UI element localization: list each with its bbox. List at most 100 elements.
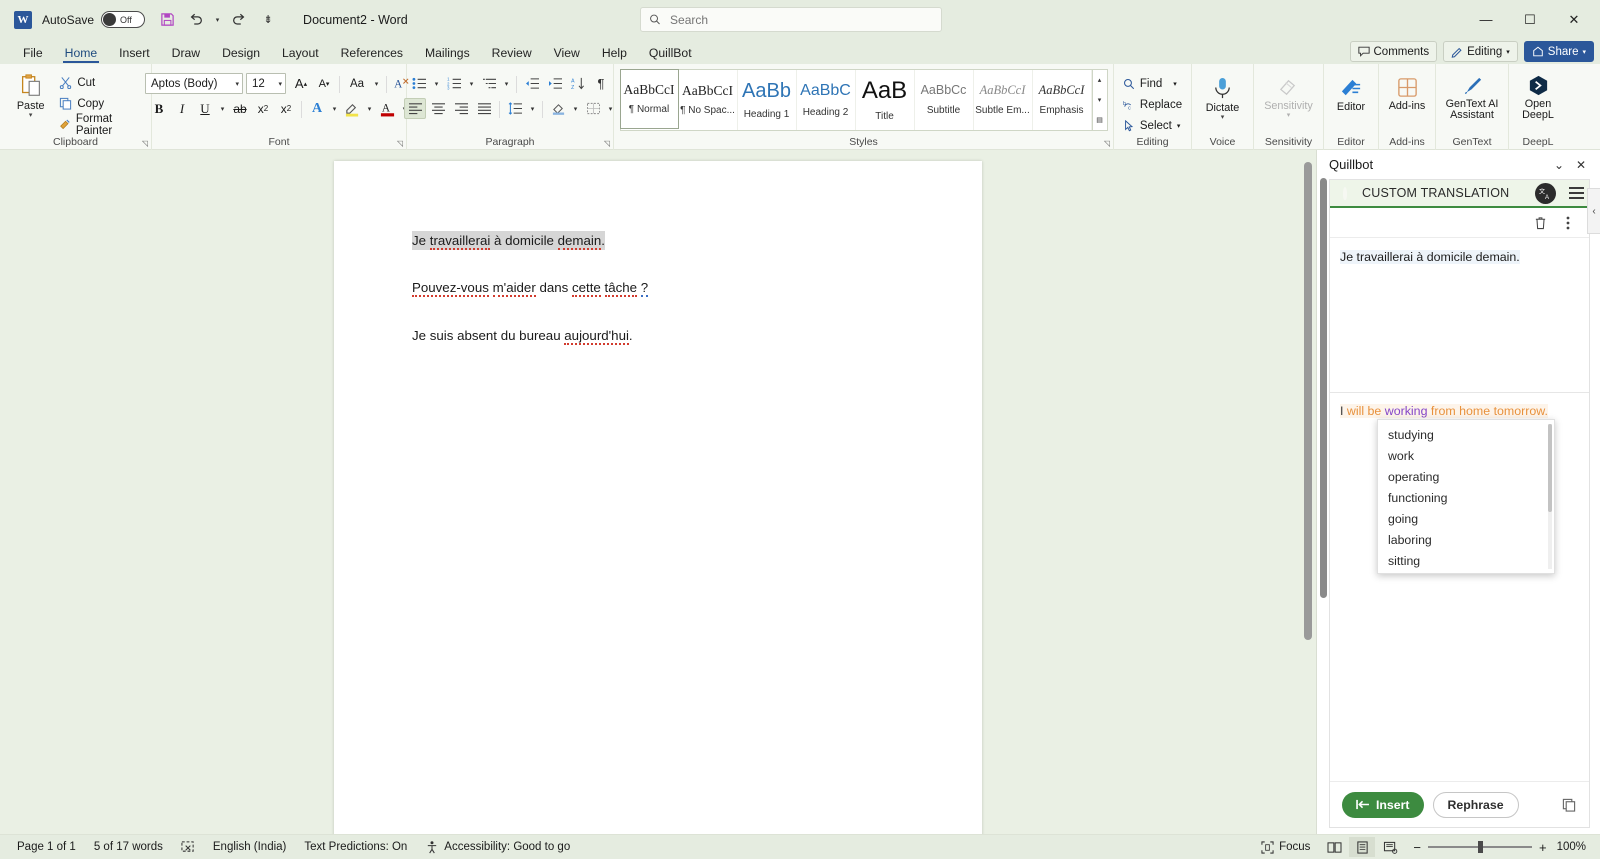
clipboard-dialog-launcher[interactable]: ◹	[142, 139, 148, 148]
accessibility-status[interactable]: Accessibility: Good to go	[416, 837, 579, 857]
redo-icon[interactable]	[226, 7, 252, 33]
style-subtitle[interactable]: AaBbCc Subtitle	[915, 70, 974, 130]
paste-button[interactable]: Paste ▾	[10, 71, 51, 119]
gallery-expand-icon[interactable]: ▤	[1093, 110, 1107, 130]
insert-button[interactable]: Insert	[1342, 791, 1424, 818]
style-emphasis[interactable]: AaBbCcI Emphasis	[1033, 70, 1092, 130]
subscript-button[interactable]: x2	[252, 98, 274, 119]
translation-output-area[interactable]: I will be working from home tomorrow. st…	[1330, 393, 1589, 645]
close-button[interactable]: ✕	[1552, 5, 1596, 35]
align-left-icon[interactable]	[404, 98, 426, 119]
style-heading-1[interactable]: AaBb Heading 1	[738, 70, 797, 130]
font-color-button[interactable]: A	[376, 98, 398, 119]
more-vertical-icon[interactable]	[1557, 212, 1579, 234]
read-mode-icon[interactable]	[1321, 837, 1347, 857]
synonym-option[interactable]: going	[1378, 508, 1554, 529]
font-family-combo[interactable]: Aptos (Body) ▾	[145, 73, 243, 94]
synonym-option[interactable]: work	[1378, 445, 1554, 466]
chevron-down-icon[interactable]: ▾	[29, 112, 33, 119]
multilevel-list-icon[interactable]	[478, 73, 500, 94]
select-button[interactable]: Select ▾	[1119, 115, 1186, 136]
shading-dropdown-icon[interactable]: ▾	[570, 98, 581, 119]
justify-icon[interactable]	[473, 98, 495, 119]
document-scrollbar-thumb[interactable]	[1304, 162, 1312, 640]
page-count[interactable]: Page 1 of 1	[8, 837, 85, 857]
increase-indent-icon[interactable]	[544, 73, 566, 94]
close-icon[interactable]: ✕	[1570, 154, 1592, 176]
undo-icon[interactable]	[183, 7, 209, 33]
change-case-button[interactable]: Aa	[344, 73, 370, 94]
highlight-color-button[interactable]	[341, 98, 363, 119]
panel-scrollbar-thumb[interactable]	[1320, 178, 1327, 598]
focus-mode-button[interactable]: Focus	[1252, 837, 1319, 857]
panel-collapse-handle[interactable]: ‹	[1587, 188, 1600, 234]
tab-design[interactable]: Design	[211, 44, 271, 64]
synonym-dropdown-scrollbar-thumb[interactable]	[1548, 424, 1552, 512]
comments-button[interactable]: Comments	[1349, 41, 1438, 62]
zoom-thumb[interactable]	[1477, 841, 1483, 853]
editing-mode-button[interactable]: Editing ▾	[1443, 41, 1518, 62]
tab-help[interactable]: Help	[591, 44, 638, 64]
chevron-down-icon[interactable]: ▾	[1173, 80, 1177, 88]
line-spacing-dropdown-icon[interactable]: ▾	[527, 98, 538, 119]
style-normal[interactable]: AaBbCcI ¶ Normal	[619, 69, 679, 129]
sort-icon[interactable]: AZ	[567, 73, 589, 94]
undo-dropdown-icon[interactable]: ▾	[212, 7, 223, 33]
text-effects-dropdown-icon[interactable]: ▾	[329, 98, 340, 119]
highlight-dropdown-icon[interactable]: ▾	[364, 98, 375, 119]
source-text-area[interactable]: Je travaillerai à domicile demain.	[1330, 238, 1589, 392]
synonym-dropdown[interactable]: studying work operating functioning goin…	[1377, 419, 1555, 574]
customize-quick-access-icon[interactable]: ⇟	[255, 7, 281, 33]
text-effects-button[interactable]: A	[306, 98, 328, 119]
decrease-indent-icon[interactable]	[521, 73, 543, 94]
word-count[interactable]: 5 of 17 words	[85, 837, 172, 857]
synonym-dropdown-scrollbar[interactable]	[1548, 424, 1552, 569]
text-predictions-status[interactable]: Text Predictions: On	[295, 837, 416, 857]
share-button[interactable]: Share ▾	[1523, 41, 1594, 62]
italic-button[interactable]: I	[171, 98, 193, 119]
document-paragraph-1[interactable]: Je travaillerai à domicile demain.	[412, 231, 605, 251]
output-run-selected-word[interactable]: working	[1385, 404, 1428, 418]
dictate-button[interactable]: Dictate ▾	[1200, 74, 1246, 121]
find-button[interactable]: Find ▾	[1119, 73, 1186, 94]
replace-button[interactable]: bc Replace	[1119, 94, 1186, 115]
zoom-slider[interactable]: − +	[1413, 840, 1546, 855]
align-center-icon[interactable]	[427, 98, 449, 119]
paragraph-dialog-launcher[interactable]: ◹	[604, 139, 610, 148]
chevron-down-icon[interactable]: ▾	[1221, 114, 1225, 121]
maximize-button[interactable]: ☐	[1508, 5, 1552, 35]
styles-dialog-launcher[interactable]: ◹	[1104, 139, 1110, 148]
search-input[interactable]	[670, 12, 933, 27]
grow-font-button[interactable]: A ▴	[290, 73, 312, 94]
style-heading-2[interactable]: AaBbC Heading 2	[797, 70, 856, 130]
numbering-dropdown-icon[interactable]: ▾	[466, 73, 477, 94]
gallery-scroll-up-icon[interactable]: ▴	[1093, 70, 1107, 90]
document-paragraph-3[interactable]: Je suis absent du bureau aujourd'hui.	[412, 326, 633, 345]
print-layout-icon[interactable]	[1349, 837, 1376, 857]
editor-button[interactable]: Editor	[1328, 74, 1374, 113]
minimize-button[interactable]: —	[1464, 5, 1508, 35]
underline-dropdown-icon[interactable]: ▾	[217, 98, 228, 119]
copy-icon[interactable]	[1558, 794, 1580, 816]
synonym-option[interactable]: studying	[1378, 424, 1554, 445]
synonym-option[interactable]: sitting	[1378, 550, 1554, 571]
format-painter-button[interactable]: Format Painter	[55, 113, 147, 137]
style-title[interactable]: AaB Title	[856, 70, 915, 130]
multilevel-dropdown-icon[interactable]: ▾	[501, 73, 512, 94]
addins-button[interactable]: Add-ins	[1384, 74, 1430, 112]
copy-button[interactable]: Copy	[55, 93, 147, 114]
search-box[interactable]	[640, 7, 942, 32]
tab-layout[interactable]: Layout	[271, 44, 330, 64]
style-subtle-emphasis[interactable]: AaBbCcI Subtle Em...	[974, 70, 1033, 130]
document-paragraph-2[interactable]: Pouvez-vous m'aider dans cette tâche ?	[412, 278, 649, 298]
tab-home[interactable]: Home	[54, 44, 109, 64]
gallery-scroll-down-icon[interactable]: ▾	[1093, 90, 1107, 110]
style-no-spacing[interactable]: AaBbCcI ¶ No Spac...	[679, 70, 738, 130]
translate-icon[interactable]: 文A	[1535, 182, 1556, 204]
rephrase-button[interactable]: Rephrase	[1432, 791, 1519, 818]
save-icon[interactable]	[154, 7, 180, 33]
numbering-icon[interactable]: 123	[443, 73, 465, 94]
tab-insert[interactable]: Insert	[108, 44, 160, 64]
tab-draw[interactable]: Draw	[161, 44, 211, 64]
tab-mailings[interactable]: Mailings	[414, 44, 481, 64]
